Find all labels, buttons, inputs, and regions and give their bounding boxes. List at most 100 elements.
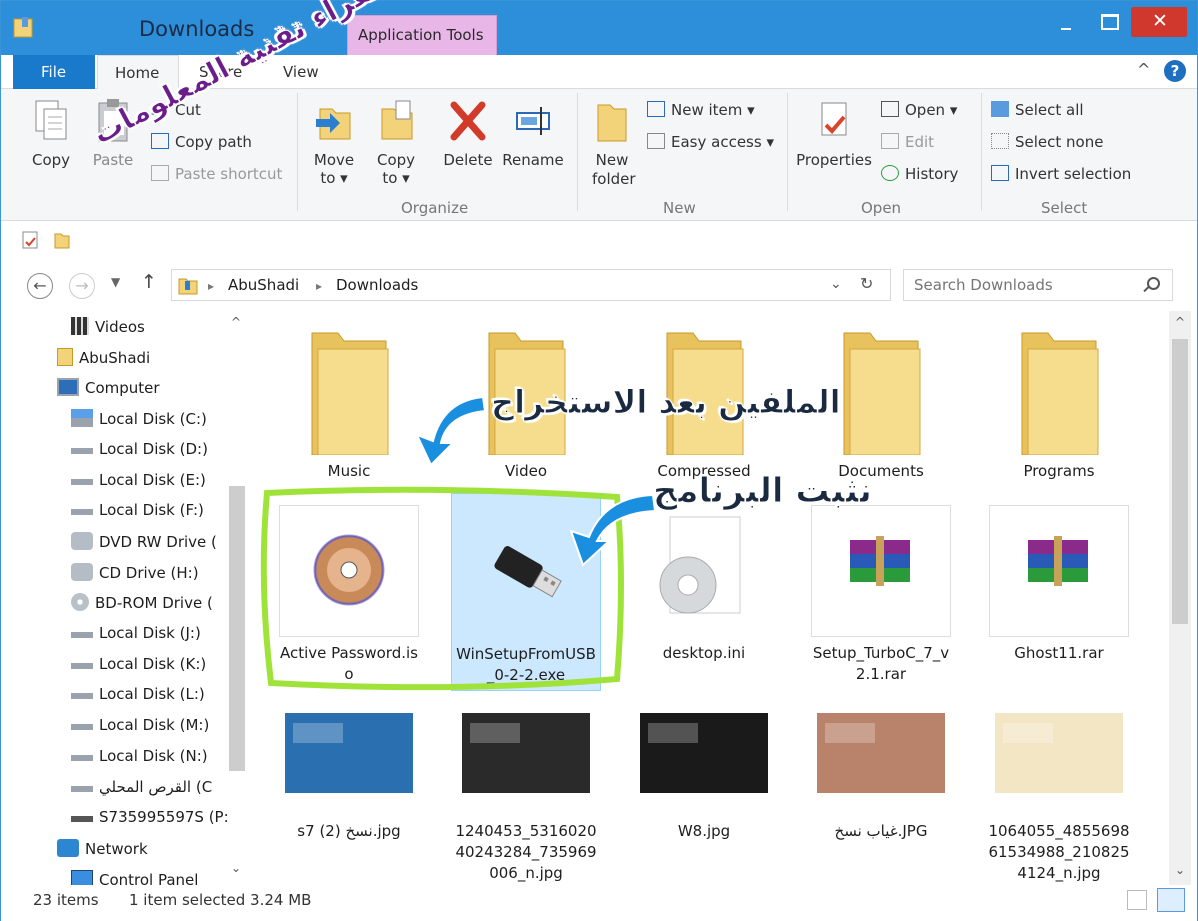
nav-item[interactable]: Local Disk (M:) bbox=[71, 716, 209, 744]
breadcrumb-abushadi[interactable]: AbuShadi bbox=[228, 276, 299, 294]
open-button[interactable]: Open ▾ bbox=[881, 101, 957, 119]
back-button[interactable]: ← bbox=[27, 273, 53, 299]
network-icon bbox=[57, 838, 79, 857]
file-name: 1240453_531602040243284_735969006_n.jpg bbox=[455, 822, 597, 882]
nav-item[interactable]: Local Disk (C:) bbox=[71, 409, 207, 437]
nav-item[interactable]: Control Panel bbox=[71, 869, 198, 885]
search-input[interactable] bbox=[914, 274, 1134, 296]
nav-item[interactable]: Local Disk (K:) bbox=[71, 655, 206, 683]
file-name: Setup_TurboC_7_v2.1.rar bbox=[812, 644, 950, 683]
nav-item[interactable]: AbuShadi bbox=[57, 347, 150, 376]
nav-item-label: Local Disk (D:) bbox=[99, 439, 208, 458]
file-item[interactable]: W8.jpg bbox=[629, 683, 779, 842]
optical-drive-icon bbox=[71, 562, 93, 581]
up-button[interactable]: ↑ bbox=[141, 271, 157, 293]
invert-selection-button[interactable]: Invert selection bbox=[991, 165, 1131, 183]
nav-item[interactable]: Local Disk (L:) bbox=[71, 685, 205, 713]
quick-access-toolbar bbox=[1, 222, 1197, 258]
organize-group-label: Organize bbox=[401, 199, 469, 217]
delete-label: Delete bbox=[443, 151, 493, 169]
rar-archive-icon bbox=[989, 505, 1129, 637]
nav-item[interactable]: القرص المحلي (C bbox=[71, 778, 212, 806]
nav-item-label: Local Disk (J:) bbox=[99, 624, 201, 642]
address-dropdown-icon[interactable]: ⌄ bbox=[830, 276, 842, 292]
refresh-icon[interactable]: ↻ bbox=[860, 274, 873, 293]
select-none-button[interactable]: Select none bbox=[991, 133, 1103, 151]
nav-item[interactable]: Videos bbox=[71, 317, 145, 345]
properties-quick-icon[interactable] bbox=[21, 230, 39, 250]
address-row: ← → ▼ ↑ ▸ AbuShadi ▸ Downloads ⌄ ↻ bbox=[1, 259, 1197, 311]
image-thumbnail bbox=[989, 683, 1129, 815]
address-bar[interactable]: ▸ AbuShadi ▸ Downloads ⌄ ↻ bbox=[171, 269, 891, 301]
paste-shortcut-button[interactable]: Paste shortcut bbox=[151, 165, 282, 183]
content-scroll-down-icon[interactable]: ⌄ bbox=[1175, 863, 1185, 877]
nav-scroll-down-icon[interactable]: ⌄ bbox=[231, 861, 241, 875]
content-scrollbar[interactable]: ^ ⌄ bbox=[1169, 311, 1191, 885]
tab-file[interactable]: File bbox=[13, 55, 95, 89]
file-item[interactable]: s7 نسخ (2).jpg bbox=[274, 683, 424, 842]
drive-icon bbox=[71, 503, 93, 516]
nav-item[interactable]: Network bbox=[57, 838, 148, 867]
new-folder-button[interactable]: New folder bbox=[585, 97, 639, 189]
forward-button[interactable]: → bbox=[69, 273, 95, 299]
nav-item[interactable]: Local Disk (J:) bbox=[71, 624, 201, 652]
content-scroll-thumb[interactable] bbox=[1172, 339, 1188, 624]
easy-access-icon bbox=[647, 133, 665, 149]
nav-item-label: Local Disk (E:) bbox=[99, 470, 206, 489]
copy-button[interactable]: Copy bbox=[23, 97, 79, 169]
tab-view[interactable]: View bbox=[283, 63, 319, 81]
file-item[interactable]: Setup_TurboC_7_v2.1.rar bbox=[806, 493, 956, 685]
delete-button[interactable]: Delete bbox=[441, 97, 495, 169]
drive-icon bbox=[71, 687, 93, 700]
maximize-button[interactable] bbox=[1089, 7, 1127, 37]
properties-button[interactable]: Properties bbox=[793, 97, 875, 169]
easy-access-button[interactable]: Easy access ▾ bbox=[647, 133, 774, 151]
nav-item[interactable]: Computer bbox=[57, 378, 160, 406]
nav-scrollbar[interactable]: ^ ⌄ bbox=[227, 311, 247, 885]
large-icons-view-icon[interactable] bbox=[1157, 888, 1185, 912]
selection-info: 1 item selected 3.24 MB bbox=[129, 891, 312, 909]
help-icon[interactable]: ? bbox=[1164, 60, 1186, 82]
file-item[interactable]: 1240453_531602040243284_735969006_n.jpg bbox=[451, 683, 601, 884]
breadcrumb-separator-icon: ▸ bbox=[208, 279, 215, 293]
content-scroll-up-icon[interactable]: ^ bbox=[1175, 315, 1185, 329]
nav-item[interactable]: Local Disk (F:) bbox=[71, 501, 204, 529]
nav-item-label: Videos bbox=[95, 318, 145, 336]
application-tools-tab[interactable]: Application Tools bbox=[347, 15, 497, 55]
nav-item[interactable]: Local Disk (D:) bbox=[71, 440, 208, 468]
nav-scroll-up-icon[interactable]: ^ bbox=[231, 315, 241, 329]
nav-item[interactable]: CD Drive (H:) bbox=[71, 562, 199, 591]
select-all-button[interactable]: Select all bbox=[991, 101, 1084, 119]
copy-to-button[interactable]: Copy to ▾ bbox=[369, 97, 423, 187]
copy-label: Copy bbox=[31, 151, 71, 169]
nav-item[interactable]: S735995597S (P: bbox=[71, 808, 229, 836]
nav-item[interactable]: DVD RW Drive ( bbox=[71, 531, 217, 560]
file-item[interactable]: Ghost11.rar bbox=[984, 493, 1134, 664]
rename-button[interactable]: Rename bbox=[501, 97, 565, 169]
minimize-button[interactable] bbox=[1047, 7, 1085, 37]
copy-path-button[interactable]: Copy path bbox=[151, 133, 252, 151]
nav-scroll-thumb[interactable] bbox=[229, 486, 245, 771]
breadcrumb-downloads[interactable]: Downloads bbox=[336, 276, 418, 294]
folder-item[interactable]: Music bbox=[274, 315, 424, 482]
folder-item[interactable]: Programs bbox=[984, 315, 1134, 482]
close-button[interactable]: ✕ bbox=[1131, 7, 1187, 37]
new-folder-quick-icon[interactable] bbox=[53, 230, 71, 250]
move-to-button[interactable]: Move to ▾ bbox=[307, 97, 361, 187]
computer-icon bbox=[57, 378, 79, 397]
search-box[interactable] bbox=[903, 269, 1173, 301]
new-item-button[interactable]: New item ▾ bbox=[647, 101, 755, 119]
recent-locations-icon[interactable]: ▼ bbox=[111, 275, 120, 289]
title-bar[interactable]: Application Tools Downloads ✕ bbox=[1, 1, 1197, 55]
history-button[interactable]: History bbox=[881, 165, 958, 183]
search-icon[interactable] bbox=[1147, 277, 1160, 290]
file-item[interactable]: غياب نسخ.JPG bbox=[806, 683, 956, 842]
collapse-ribbon-icon[interactable]: ^ bbox=[1137, 60, 1150, 79]
edit-button[interactable]: Edit bbox=[881, 133, 934, 151]
nav-item[interactable]: BD-ROM Drive ( bbox=[71, 593, 213, 621]
nav-item[interactable]: Local Disk (N:) bbox=[71, 747, 208, 775]
details-view-icon[interactable] bbox=[1127, 890, 1147, 910]
file-item[interactable]: 1064055_485569861534988_2108254124_n.jpg bbox=[984, 683, 1134, 884]
nav-item[interactable]: Local Disk (E:) bbox=[71, 471, 206, 499]
new-group-label: New bbox=[663, 199, 696, 217]
